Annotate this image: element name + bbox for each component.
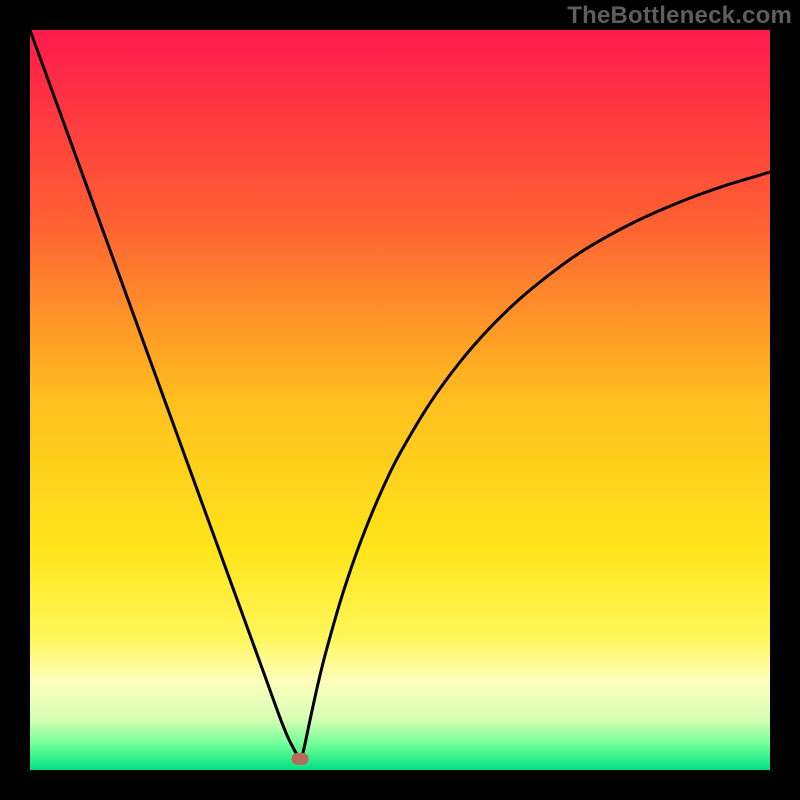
chart-root: TheBottleneck.com xyxy=(0,0,800,800)
plot-area xyxy=(30,30,770,770)
plot-svg xyxy=(30,30,770,770)
minimum-marker xyxy=(292,753,309,765)
watermark-label: TheBottleneck.com xyxy=(567,2,792,30)
gradient-background xyxy=(30,30,770,770)
